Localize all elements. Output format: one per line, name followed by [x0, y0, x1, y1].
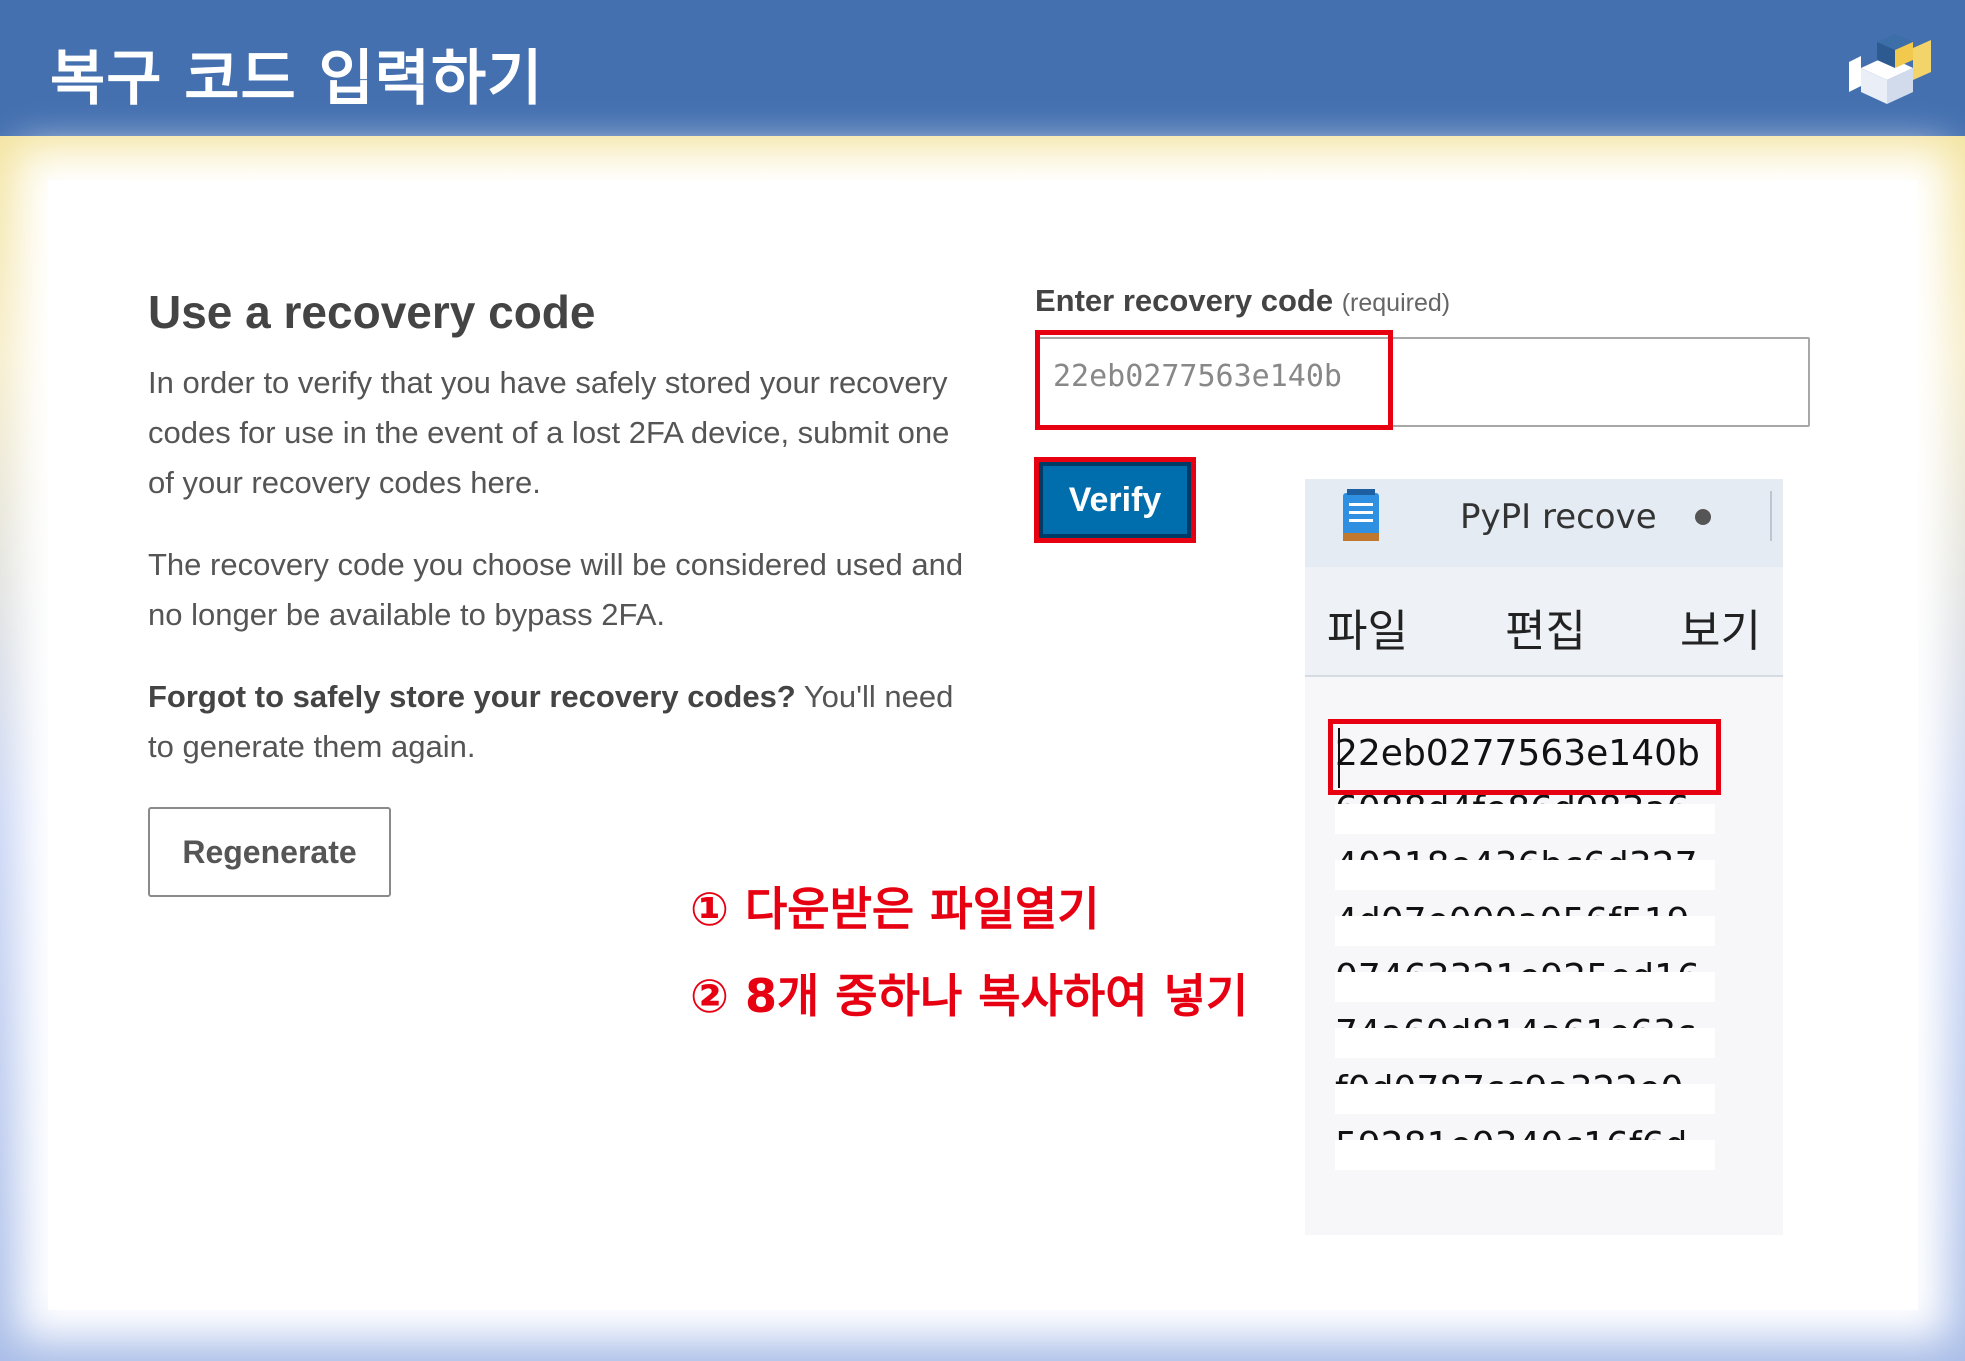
step-2-caption: ② 8개 중하나 복사하여 넣기 [690, 969, 1249, 1023]
recovery-code-line[interactable]: 74a60d814a61e63c [1335, 1002, 1715, 1058]
code-mask [1335, 860, 1715, 890]
notepad-tab-bar: PyPI recove [1305, 479, 1783, 567]
regenerate-hint: Forgot to safely store your recovery cod… [148, 672, 978, 772]
recovery-code-line[interactable]: 07463321e925ed16 [1335, 946, 1715, 1002]
recovery-code-label: Enter recovery code (required) [1035, 283, 1450, 319]
recovery-code-line[interactable]: 4d07e000a056f519 [1335, 890, 1715, 946]
code-mask [1335, 804, 1715, 834]
code-mask [1335, 1084, 1715, 1114]
notepad-tab-title[interactable]: PyPI recove [1460, 497, 1657, 537]
recovery-description: In order to verify that you have safely … [148, 365, 950, 500]
required-marker: (required) [1341, 289, 1451, 317]
regenerate-hint-bold: Forgot to safely store your recovery cod… [148, 679, 796, 714]
notepad-window: PyPI recove 파일 편집 보기 22eb0277563e140b 60… [1305, 479, 1783, 1235]
notepad-menu-bar: 파일 편집 보기 [1305, 567, 1783, 677]
step-1-caption: ① 다운받은 파일열기 [690, 882, 1100, 936]
python-cube-logo-icon [1849, 34, 1931, 104]
menu-file[interactable]: 파일 [1327, 595, 1408, 659]
regenerate-button[interactable]: Regenerate [148, 807, 391, 897]
recovery-code-label-text: Enter recovery code [1035, 283, 1334, 318]
unsaved-dot-icon [1695, 509, 1711, 525]
verify-button[interactable]: Verify [1034, 457, 1196, 543]
text-cursor [1338, 728, 1340, 788]
recovery-code-line[interactable]: 59281e0340c16f6d [1335, 1114, 1715, 1170]
recovery-warning: The recovery code you choose will be con… [148, 547, 964, 632]
input-highlight-box [1035, 330, 1393, 430]
header-bar: 복구 코드 입력하기 [0, 0, 1965, 136]
menu-view[interactable]: 보기 [1680, 595, 1761, 659]
code-mask [1335, 1028, 1715, 1058]
code-mask [1335, 972, 1715, 1002]
code-mask [1335, 1140, 1715, 1170]
recovery-code-line[interactable]: f0d0787cc9a322e0 [1335, 1058, 1715, 1114]
recovery-page-title: Use a recovery code [148, 286, 596, 338]
code-mask [1335, 916, 1715, 946]
notepad-icon [1343, 489, 1379, 541]
notepad-highlight-box [1328, 719, 1721, 795]
recovery-code-line[interactable]: 40218e436bc6d327 [1335, 834, 1715, 890]
tab-separator [1770, 491, 1772, 541]
slide-title: 복구 코드 입력하기 [50, 44, 544, 114]
menu-edit[interactable]: 편집 [1505, 595, 1586, 659]
